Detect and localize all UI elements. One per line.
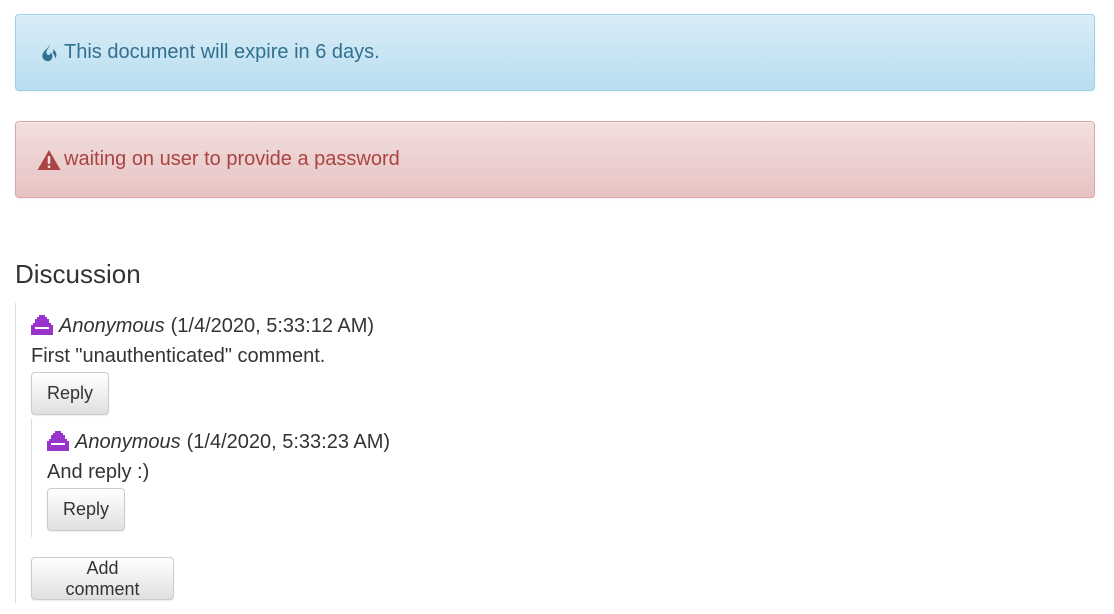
space-invader-avatar-icon (47, 431, 69, 453)
comment-header: Anonymous (1/4/2020, 5:33:12 AM) (31, 314, 1095, 338)
expiry-alert-text: This document will expire in 6 days. (64, 41, 380, 63)
reply-author: Anonymous (75, 431, 181, 453)
comment-body: First "unauthenticated" comment. (31, 345, 326, 367)
space-invader-avatar-icon (31, 315, 53, 337)
reply-header: Anonymous (1/4/2020, 5:33:23 AM) (47, 430, 1095, 454)
reply-body: And reply :) (47, 461, 150, 483)
add-comment-button[interactable]: Add comment (31, 557, 174, 600)
reply-thread: Anonymous (1/4/2020, 5:33:23 AM) And rep… (31, 419, 1095, 537)
password-alert: waiting on user to provide a password (15, 121, 1095, 198)
password-alert-text: waiting on user to provide a password (64, 148, 400, 170)
reply-timestamp: (1/4/2020, 5:33:23 AM) (186, 431, 391, 453)
comment: Anonymous (1/4/2020, 5:33:12 AM) First "… (31, 314, 1095, 537)
discussion-thread: Anonymous (1/4/2020, 5:33:12 AM) First "… (15, 303, 1095, 603)
comment-author: Anonymous (59, 315, 165, 337)
fire-icon (39, 43, 59, 63)
reply-button-nested[interactable]: Reply (47, 488, 125, 531)
expiry-alert: This document will expire in 6 days. (15, 14, 1095, 91)
comment-timestamp: (1/4/2020, 5:33:12 AM) (170, 315, 375, 337)
page: This document will expire in 6 days. wai… (0, 0, 1114, 614)
discussion-heading: Discussion (15, 259, 141, 289)
reply-button[interactable]: Reply (31, 372, 109, 415)
warning-triangle-icon (37, 149, 61, 171)
